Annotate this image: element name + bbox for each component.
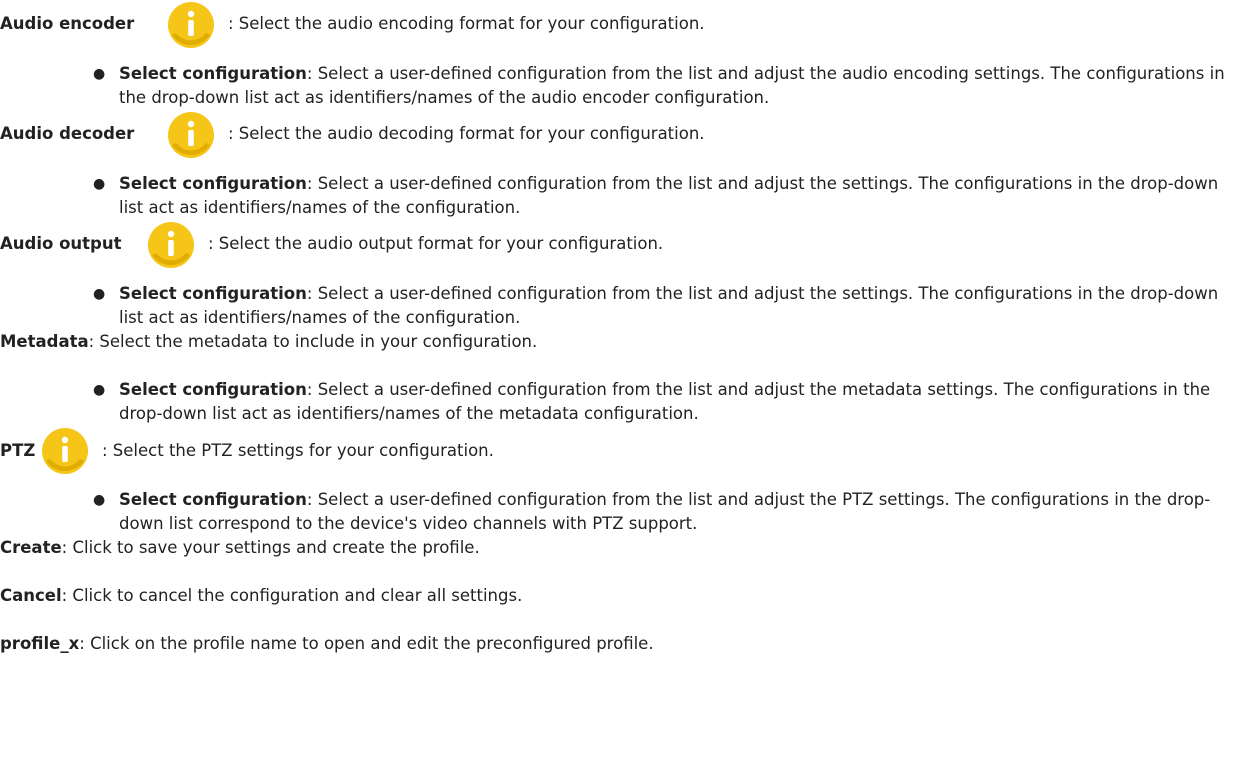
bullet-term: Select configuration [119, 174, 307, 193]
bullet-item: Select configuration: Select a user-defi… [119, 282, 1229, 330]
term-label: Audio output [0, 234, 122, 253]
definition-desc: : Click on the profile name to open and … [79, 634, 654, 653]
definition-cancel: Cancel: Click to cancel the configuratio… [0, 584, 522, 608]
term-label: Cancel [0, 586, 62, 605]
bullet-item: Select configuration: Select a user-defi… [119, 172, 1229, 220]
term-label: Metadata [0, 332, 89, 351]
term-label: PTZ [0, 441, 36, 460]
definition-profile-x: profile_x: Click on the profile name to … [0, 632, 654, 656]
definition-audio-output: Audio output [0, 232, 121, 256]
bullet-item: Select configuration: Select a user-defi… [119, 488, 1229, 536]
definition-desc: : Select the audio encoding format for y… [228, 14, 705, 33]
definition-desc: : Click to cancel the configuration and … [61, 586, 523, 605]
definition-create: Create: Click to save your settings and … [0, 536, 480, 560]
bullet-term: Select configuration [119, 380, 307, 399]
term-label: Audio encoder [0, 14, 135, 33]
term-label: profile_x [0, 634, 80, 653]
bullet-term: Select configuration [119, 64, 307, 83]
bullet-dot: ● [93, 382, 106, 398]
info-icon [166, 110, 216, 160]
document-page: Audio encoder : Select the audio encodin… [0, 0, 1243, 770]
bullet-dot: ● [93, 286, 106, 302]
definition-desc: : Select the audio decoding format for y… [228, 124, 705, 143]
definition-ptz: PTZ [0, 439, 35, 463]
term-label: Create [0, 538, 62, 557]
info-icon [40, 426, 90, 476]
bullet-dot: ● [93, 66, 106, 82]
definition-desc: : Select the audio output format for you… [208, 234, 664, 253]
bullet-term: Select configuration [119, 284, 307, 303]
info-icon [146, 220, 196, 270]
bullet-item: Select configuration: Select a user-defi… [119, 378, 1229, 426]
bullet-dot: ● [93, 176, 106, 192]
bullet-item: Select configuration: Select a user-defi… [119, 62, 1229, 110]
definition-desc: : Select the PTZ settings for your confi… [102, 441, 494, 460]
definition-audio-decoder: Audio decoder [0, 122, 134, 146]
definition-desc: : Select the metadata to include in your… [88, 332, 538, 351]
bullet-term: Select configuration [119, 490, 307, 509]
bullet-dot: ● [93, 492, 106, 508]
definition-metadata: Metadata: Select the metadata to include… [0, 330, 537, 354]
definition-desc: : Click to save your settings and create… [61, 538, 480, 557]
term-label: Audio decoder [0, 124, 135, 143]
definition-audio-encoder: Audio encoder [0, 12, 134, 36]
info-icon [166, 0, 216, 50]
